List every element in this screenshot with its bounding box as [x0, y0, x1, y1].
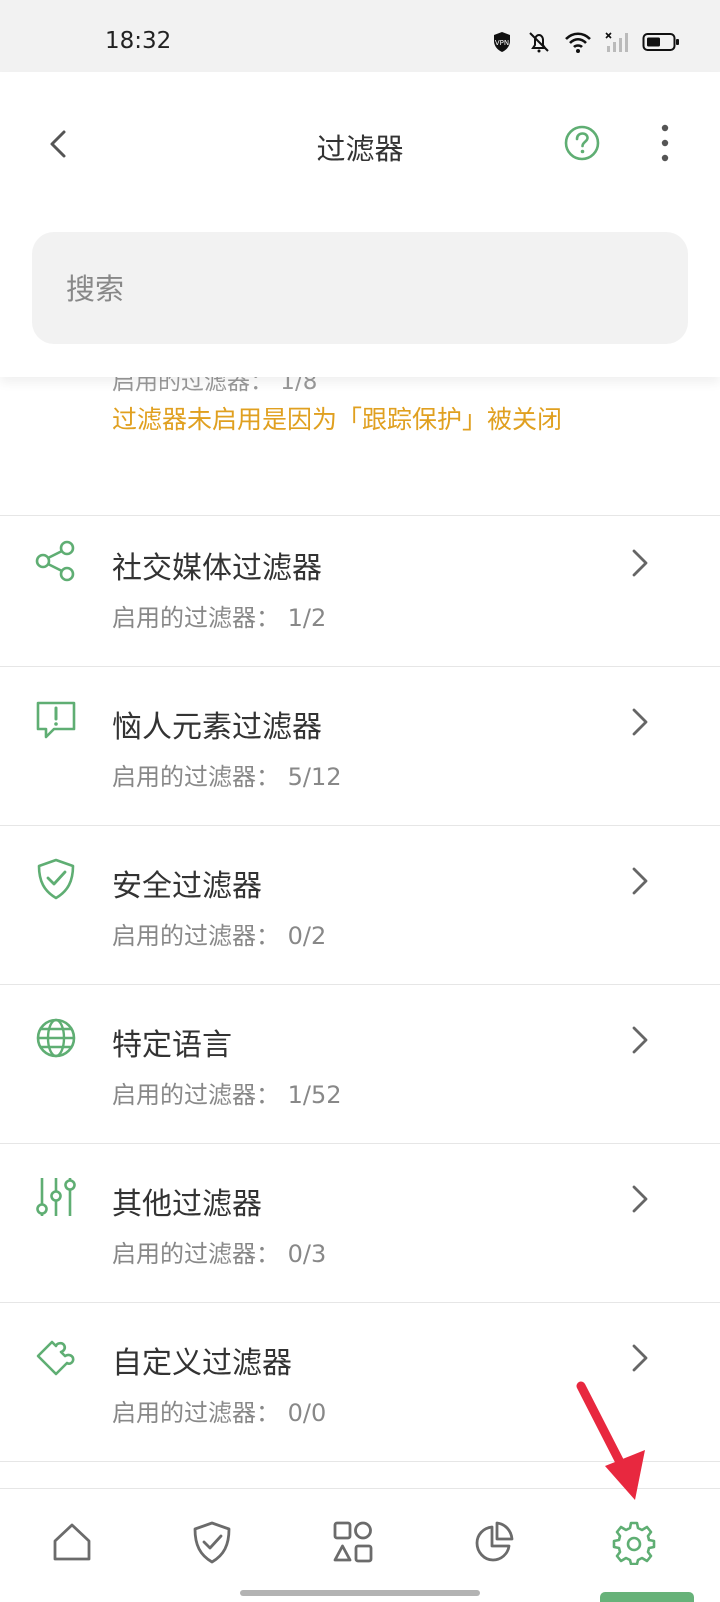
comment-alert-icon [36, 701, 76, 739]
list-item-subtitle: 启用的过滤器： 0/0 [112, 1399, 327, 1427]
wifi-icon [565, 32, 591, 53]
settings-icon[interactable] [612, 1519, 656, 1565]
battery-icon [642, 33, 679, 51]
status-bar: 18:32 VPN [0, 0, 720, 72]
list-item-language[interactable]: 特定语言 启用的过滤器： 1/52 [0, 982, 720, 1144]
chevron-right-icon [632, 1344, 648, 1372]
mute-icon [529, 32, 549, 53]
chevron-right-icon [632, 1026, 648, 1054]
list-item-subtitle: 启用的过滤器： 1/2 [112, 604, 327, 632]
list-item-title: 其他过滤器 [112, 1187, 262, 1222]
list-item-title: 恼人元素过滤器 [112, 710, 322, 745]
list-item-subtitle: 启用的过滤器： 0/3 [112, 1240, 327, 1268]
svg-text:VPN: VPN [495, 39, 509, 47]
list-item-title: 自定义过滤器 [112, 1346, 292, 1381]
app-bar: 过滤器 [0, 72, 720, 377]
active-tab-indicator [600, 1592, 694, 1602]
status-time: 18:32 [105, 28, 172, 54]
list-item-title: 特定语言 [112, 1028, 232, 1063]
chevron-right-icon [632, 867, 648, 895]
list-item-security[interactable]: 安全过滤器 启用的过滤器： 0/2 [0, 823, 720, 985]
vpn-icon: VPN [494, 32, 510, 52]
search-input[interactable] [64, 232, 658, 346]
chevron-right-icon [632, 708, 648, 736]
sliders-icon [36, 1178, 76, 1216]
list-item-title: 社交媒体过滤器 [112, 551, 322, 586]
apps-icon[interactable] [331, 1519, 375, 1565]
annotation-arrow-icon [576, 1381, 645, 1500]
protection-icon[interactable] [190, 1519, 234, 1565]
more-vert-icon[interactable] [650, 122, 680, 164]
filter-list: 启用的过滤器： 1/8 过滤器未启用是因为「跟踪保护」被关闭 社交媒体过滤器 启… [0, 340, 720, 1488]
list-item-subtitle: 启用的过滤器： 1/52 [112, 1081, 342, 1109]
help-icon[interactable] [563, 124, 601, 162]
globe-icon [36, 1018, 76, 1058]
status-icons: VPN [490, 30, 680, 54]
list-item-title: 安全过滤器 [112, 869, 262, 904]
home-indicator [240, 1590, 480, 1596]
list-item-subtitle: 启用的过滤器： 5/12 [112, 763, 342, 791]
list-item-other[interactable]: 其他过滤器 启用的过滤器： 0/3 [0, 1141, 720, 1303]
stats-icon[interactable] [472, 1519, 516, 1565]
tracking-protection-warning: 过滤器未启用是因为「跟踪保护」被关闭 [112, 405, 563, 434]
chevron-right-icon [632, 549, 648, 577]
home-icon[interactable] [50, 1519, 94, 1565]
list-item-subtitle: 启用的过滤器： 0/2 [112, 922, 327, 950]
page-title: 过滤器 [316, 132, 404, 166]
list-item-social-media[interactable]: 社交媒体过滤器 启用的过滤器： 1/2 [0, 505, 720, 667]
puzzle-icon [36, 1340, 75, 1376]
shield-check-icon [37, 858, 75, 900]
search-box[interactable] [32, 232, 688, 346]
share-icon [35, 540, 75, 582]
list-item-annoyances[interactable]: 恼人元素过滤器 启用的过滤器： 5/12 [0, 664, 720, 826]
signal-icon [605, 32, 628, 52]
chevron-right-icon [632, 1185, 648, 1213]
